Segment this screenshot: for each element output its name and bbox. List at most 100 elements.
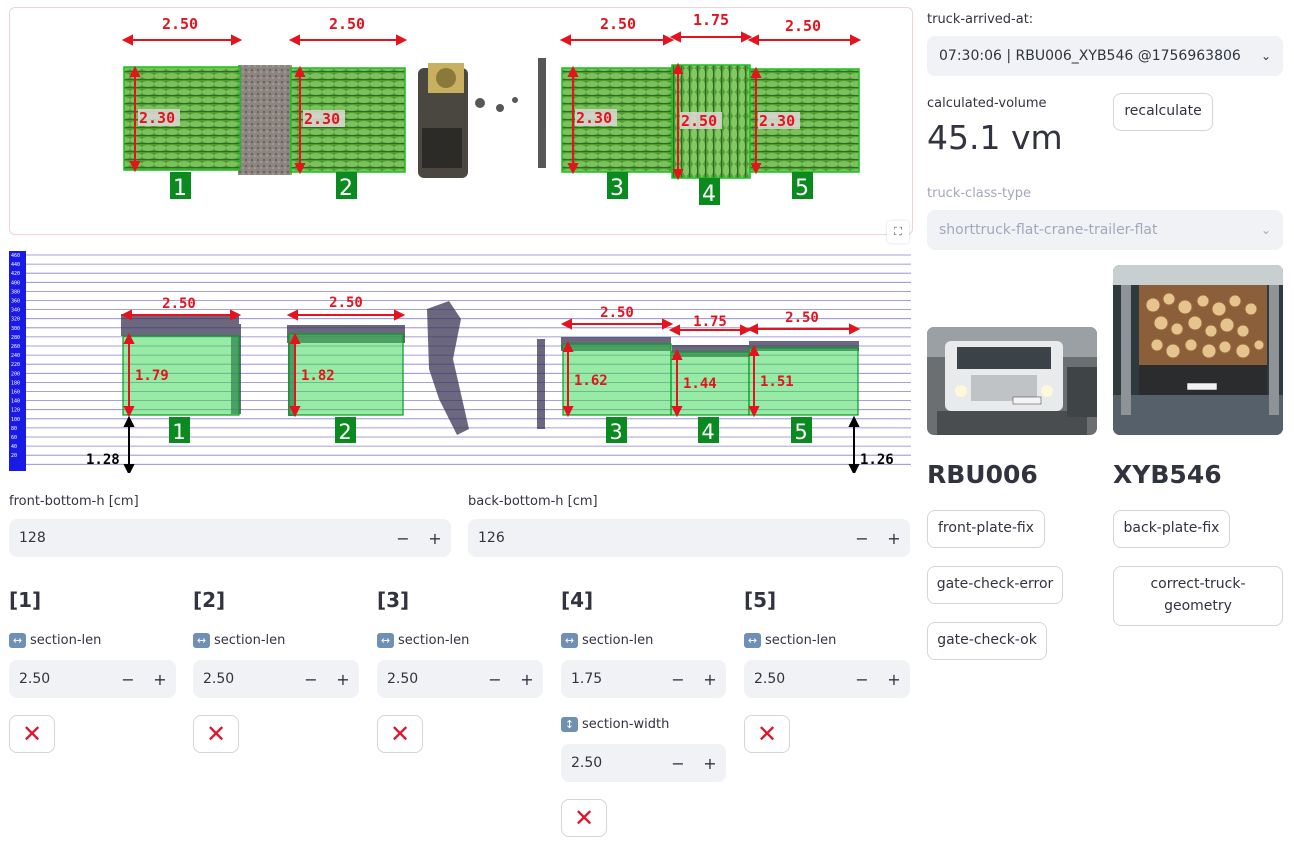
top-dim-label-5: 2.50 bbox=[785, 17, 821, 35]
section-5-len-decrement[interactable]: − bbox=[846, 670, 878, 689]
section-3-len-input[interactable]: 2.50 − + bbox=[377, 660, 543, 698]
scale-tick-label: 220 bbox=[11, 362, 20, 368]
scale-tick-label: 160 bbox=[11, 390, 20, 396]
recalculate-button[interactable]: recalculate bbox=[1113, 93, 1213, 131]
correct-truck-geometry-button[interactable]: correct-truck-geometry bbox=[1113, 566, 1283, 626]
back-plate-fix-button[interactable]: back-plate-fix bbox=[1113, 510, 1230, 548]
front-truck-photo bbox=[927, 327, 1097, 435]
section-1-len-increment[interactable]: + bbox=[144, 670, 176, 689]
side-dim-label-3: 2.50 bbox=[600, 305, 634, 321]
left-right-arrow-icon: ↔ bbox=[9, 633, 26, 648]
section-5-delete-button[interactable]: ✕ bbox=[744, 715, 790, 753]
section-1-delete-button[interactable]: ✕ bbox=[9, 715, 55, 753]
scale-tick-label: 140 bbox=[11, 399, 20, 405]
section-5-len-value[interactable]: 2.50 bbox=[744, 671, 846, 687]
section-1-len-decrement[interactable]: − bbox=[112, 670, 144, 689]
back-bottom-h-increment[interactable]: + bbox=[878, 529, 910, 548]
section-4-len-input[interactable]: 1.75 − + bbox=[561, 660, 726, 698]
truck-arrived-label: truck-arrived-at: bbox=[927, 12, 1034, 27]
side-dim-label-4: 1.75 bbox=[693, 314, 727, 330]
section-4-len-decrement[interactable]: − bbox=[662, 670, 694, 689]
section-2-title: [2] bbox=[193, 588, 226, 612]
section-2-len-decrement[interactable]: − bbox=[295, 670, 327, 689]
section-4-width-value[interactable]: 2.50 bbox=[561, 755, 662, 771]
scale-tick-label: 200 bbox=[11, 371, 20, 377]
chevron-down-icon: ⌄ bbox=[1260, 223, 1271, 237]
section-4-width-increment[interactable]: + bbox=[694, 754, 726, 773]
scale-tick-label: 360 bbox=[11, 299, 20, 305]
section-4-len-value[interactable]: 1.75 bbox=[561, 671, 662, 687]
back-bottom-h-value[interactable]: 126 bbox=[468, 530, 846, 546]
top-height-label-5: 2.30 bbox=[759, 112, 795, 130]
scale-tick-label: 120 bbox=[11, 408, 20, 414]
section-5-len-increment[interactable]: + bbox=[878, 670, 910, 689]
section-3-len-value[interactable]: 2.50 bbox=[377, 671, 479, 687]
front-bottom-h-increment[interactable]: + bbox=[419, 529, 451, 548]
scale-tick-label: 340 bbox=[11, 308, 20, 314]
top-dim-label-1: 2.50 bbox=[162, 15, 198, 33]
section-2-len-value[interactable]: 2.50 bbox=[193, 671, 295, 687]
section-5-len-input[interactable]: 2.50 − + bbox=[744, 660, 910, 698]
back-bottom-h-input[interactable]: 126 − + bbox=[468, 519, 910, 557]
section-3-len-increment[interactable]: + bbox=[511, 670, 543, 689]
scale-tick-label: 240 bbox=[11, 353, 20, 359]
section-2-delete-button[interactable]: ✕ bbox=[193, 715, 239, 753]
scale-tick-label: 420 bbox=[11, 271, 20, 277]
close-icon: ✕ bbox=[573, 804, 595, 832]
front-bottom-h-label: front-bottom-h [cm] bbox=[9, 494, 139, 509]
top-dim-label-4: 1.75 bbox=[693, 11, 729, 29]
fullscreen-icon[interactable]: ⛶ bbox=[887, 221, 909, 243]
back-plate-text: XYB546 bbox=[1113, 460, 1222, 489]
gate-check-ok-button[interactable]: gate-check-ok bbox=[927, 622, 1047, 660]
side-section-number-5: 5 bbox=[794, 420, 807, 444]
truck-class-label: truck-class-type bbox=[927, 186, 1032, 201]
section-5-title: [5] bbox=[744, 588, 777, 612]
section-1-title: [1] bbox=[9, 588, 42, 612]
front-bottom-h-input[interactable]: 128 − + bbox=[9, 519, 451, 557]
scale-tick-label: 460 bbox=[11, 253, 20, 259]
front-plate-text: RBU006 bbox=[927, 460, 1038, 489]
section-1-len-value[interactable]: 2.50 bbox=[9, 671, 112, 687]
section-2-len-input[interactable]: 2.50 − + bbox=[193, 660, 359, 698]
top-height-label-3: 2.30 bbox=[576, 109, 612, 127]
scale-tick-label: 260 bbox=[11, 344, 20, 350]
side-section-number-2: 2 bbox=[338, 420, 351, 444]
truck-arrived-select[interactable]: 07:30:06 | RBU006_XYB546 @1756963806 ⌄ bbox=[927, 36, 1283, 76]
scale-tick-label: 380 bbox=[11, 289, 20, 295]
top-dim-label-2: 2.50 bbox=[329, 15, 365, 33]
section-3-len-label: ↔ section-len bbox=[377, 633, 469, 648]
section-3-len-decrement[interactable]: − bbox=[479, 670, 511, 689]
section-4-width-input[interactable]: 2.50 − + bbox=[561, 744, 726, 782]
side-height-label-2: 1.82 bbox=[301, 368, 335, 384]
top-height-label-2: 2.30 bbox=[304, 110, 340, 128]
top-section-number-1: 1 bbox=[173, 176, 187, 201]
section-4-width-decrement[interactable]: − bbox=[662, 754, 694, 773]
side-view-image: 460 440 420 400 380 360 340 320 300 280 260 240 220 2… bbox=[9, 249, 911, 473]
back-bottom-h-decrement[interactable]: − bbox=[846, 529, 878, 548]
side-height-label-1: 1.79 bbox=[135, 368, 169, 384]
front-plate-fix-button[interactable]: front-plate-fix bbox=[927, 510, 1045, 548]
truck-class-value: shorttruck-flat-crane-trailer-flat bbox=[939, 222, 1158, 238]
top-height-label-1: 2.30 bbox=[139, 109, 175, 127]
section-3-delete-button[interactable]: ✕ bbox=[377, 715, 423, 753]
calculated-volume-label: calculated-volume bbox=[927, 96, 1047, 111]
calculated-volume-value: 45.1 vm bbox=[927, 118, 1063, 157]
truck-class-select[interactable]: shorttruck-flat-crane-trailer-flat ⌄ bbox=[927, 210, 1283, 250]
gate-check-error-button[interactable]: gate-check-error bbox=[927, 566, 1063, 604]
top-section-number-2: 2 bbox=[339, 176, 353, 201]
front-bottom-h-value[interactable]: 128 bbox=[9, 530, 387, 546]
section-2-len-increment[interactable]: + bbox=[327, 670, 359, 689]
back-truck-photo bbox=[1113, 265, 1283, 435]
up-down-arrow-icon: ↕ bbox=[561, 717, 578, 732]
back-bottom-label: 1.26 bbox=[860, 452, 894, 468]
scale-tick-label: 60 bbox=[11, 435, 17, 441]
scale-tick-label: 40 bbox=[11, 444, 17, 450]
top-section-number-4: 4 bbox=[702, 182, 716, 207]
section-4-delete-button[interactable]: ✕ bbox=[561, 799, 607, 837]
front-bottom-h-decrement[interactable]: − bbox=[387, 529, 419, 548]
close-icon: ✕ bbox=[389, 720, 411, 748]
section-4-len-increment[interactable]: + bbox=[694, 670, 726, 689]
section-1-len-input[interactable]: 2.50 − + bbox=[9, 660, 176, 698]
top-height-label-4: 2.50 bbox=[681, 112, 717, 130]
section-5-len-label: ↔ section-len bbox=[744, 633, 836, 648]
